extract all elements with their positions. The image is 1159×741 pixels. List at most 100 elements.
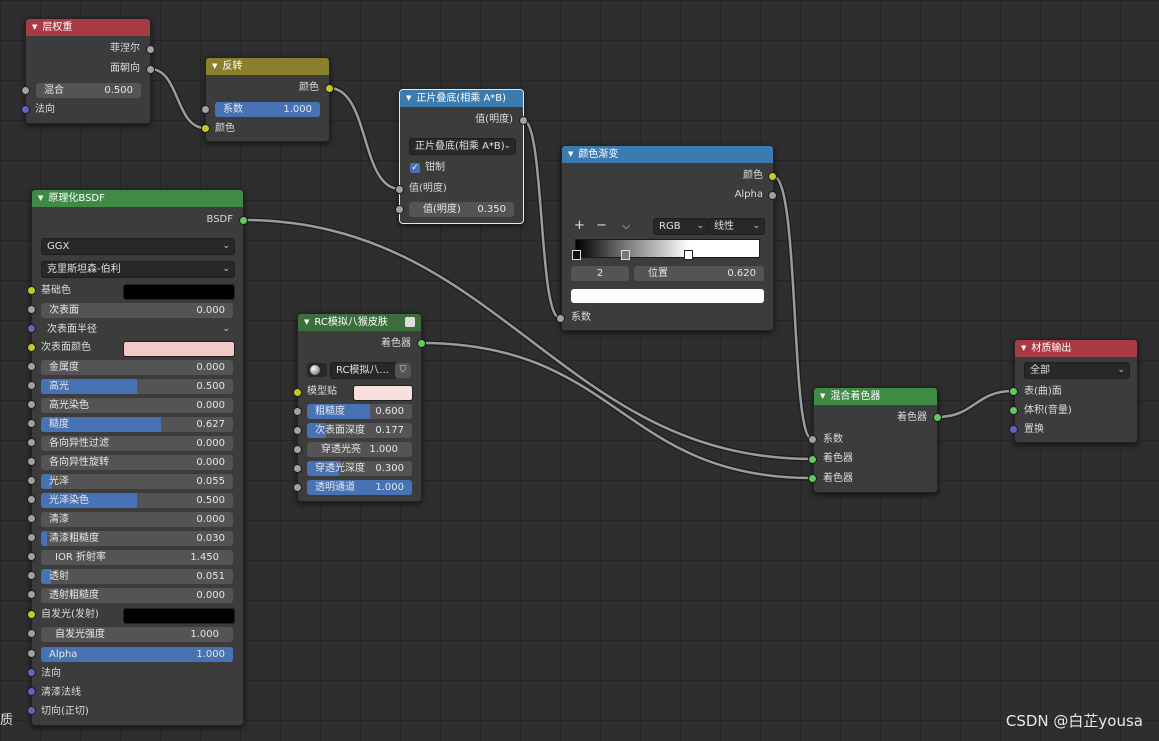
material-preview-icon[interactable] [307, 363, 327, 377]
stop-color-swatch[interactable] [571, 289, 764, 303]
socket-rc-roughness[interactable] [293, 407, 302, 416]
socket-rc-transparency[interactable] [293, 483, 302, 492]
socket-normal[interactable] [21, 105, 30, 114]
emission-strength-field[interactable]: 自发光强度 1.000 [41, 627, 233, 642]
socket-multiply-output[interactable] [519, 116, 528, 125]
socket-volume[interactable] [1009, 406, 1018, 415]
node-header[interactable]: ▼ RC模拟八猴皮肤 [298, 314, 421, 331]
color-stop-handle[interactable] [621, 250, 630, 260]
socket-multiply-input1[interactable] [395, 185, 404, 194]
subsurface-color-swatch[interactable] [123, 341, 235, 357]
material-output-node[interactable]: ▼ 材质输出 全部 ⌄ 表(曲)面 体积(音量) 置换 [1014, 339, 1138, 443]
socket-emission-strength[interactable] [27, 629, 36, 638]
collapse-triangle-icon[interactable]: ▼ [32, 19, 37, 36]
collapse-triangle-icon[interactable]: ▼ [820, 388, 825, 405]
node-header[interactable]: ▼ 混合着色器 [814, 388, 937, 405]
layer-weight-node[interactable]: ▼ 层权重 菲涅尔 面朝向 混合 0.500 法向 [25, 18, 151, 124]
roughness-field[interactable]: 糙度 0.627 [41, 417, 233, 432]
socket-ramp-factor[interactable] [556, 314, 565, 323]
socket-subsurface-radius[interactable] [27, 324, 36, 333]
sheen-tint-field[interactable]: 光泽染色 0.500 [41, 493, 233, 508]
node-header[interactable]: ▼ 原理化BSDF [32, 190, 243, 207]
rc-roughness-field[interactable]: 粗糙度 0.600 [307, 404, 412, 419]
stop-index-field[interactable]: 2 [571, 266, 629, 281]
collapse-triangle-icon[interactable]: ▼ [212, 58, 217, 75]
socket-clearcoat[interactable] [27, 514, 36, 523]
socket-emission[interactable] [27, 610, 36, 619]
socket-metallic[interactable] [27, 362, 36, 371]
interpolation-dropdown[interactable]: 线性 ⌄ [708, 218, 765, 235]
node-group-icon[interactable] [405, 317, 415, 327]
socket-subsurface[interactable] [27, 305, 36, 314]
render-target-dropdown[interactable]: 全部 ⌄ [1024, 362, 1130, 379]
specular-field[interactable]: 高光 0.500 [41, 379, 233, 394]
collapse-triangle-icon[interactable]: ▼ [568, 146, 573, 163]
socket-displacement[interactable] [1009, 425, 1018, 434]
model-texture-swatch[interactable] [353, 385, 413, 401]
invert-node[interactable]: ▼ 反转 颜色 系数 1.000 颜色 [205, 57, 330, 142]
clearcoat-field[interactable]: 清漆 0.000 [41, 512, 233, 527]
socket-ramp-alpha[interactable] [768, 191, 777, 200]
node-header[interactable]: ▼ 反转 [206, 58, 329, 75]
color-mode-dropdown[interactable]: RGB ⌄ [653, 218, 709, 235]
distribution-dropdown[interactable]: GGX ⌄ [41, 238, 235, 255]
socket-sheen-tint[interactable] [27, 495, 36, 504]
socket-bsdf-output[interactable] [239, 216, 248, 225]
rc-translucency-field[interactable]: 穿透光亮 1.000 [307, 442, 412, 457]
gradient-bar[interactable] [575, 239, 760, 258]
node-header[interactable]: ▼ 颜色渐变 [562, 146, 773, 163]
multiply-math-node[interactable]: ▼ 正片叠底(相乘 A*B) 值(明度) 正片叠底(相乘 A*B) ⌄ ✓ 钳制 值… [399, 89, 524, 224]
socket-surface[interactable] [1009, 387, 1018, 396]
socket-sheen[interactable] [27, 476, 36, 485]
color-ramp-node[interactable]: ▼ 颜色渐变 颜色 Alpha + − ⌵ RGB ⌄ 线性 ⌄ 2 位置 0.620… [561, 145, 774, 331]
socket-fresnel[interactable] [146, 45, 155, 54]
socket-rc-subsurface-depth[interactable] [293, 426, 302, 435]
socket-alpha[interactable] [27, 649, 36, 658]
socket-roughness[interactable] [27, 419, 36, 428]
socket-ior[interactable] [27, 552, 36, 561]
socket-mix-output[interactable] [933, 413, 942, 422]
socket-specular-tint[interactable] [27, 400, 36, 409]
metallic-field[interactable]: 金属度 0.000 [41, 360, 233, 375]
ior-field[interactable]: IOR 折射率 1.450 [41, 550, 233, 565]
collapse-triangle-icon[interactable]: ▼ [304, 314, 309, 331]
operation-dropdown[interactable]: 正片叠底(相乘 A*B) ⌄ [409, 138, 516, 155]
socket-anisotropic-rotation[interactable] [27, 457, 36, 466]
clamp-checkbox[interactable]: ✓ [410, 163, 420, 173]
clearcoat-roughness-field[interactable]: 清漆粗糙度 0.030 [41, 531, 233, 546]
socket-tangent[interactable] [27, 706, 36, 715]
socket-base-color[interactable] [27, 286, 36, 295]
principled-bsdf-node[interactable]: ▼ 原理化BSDF BSDF GGX ⌄ 克里斯坦森-伯利 ⌄ 基础色 次表面 0.0… [31, 189, 244, 726]
node-header[interactable]: ▼ 材质输出 [1015, 340, 1137, 357]
emission-swatch[interactable] [123, 608, 235, 624]
subsurface-method-dropdown[interactable]: 克里斯坦森-伯利 ⌄ [41, 261, 235, 278]
rc-transparency-field[interactable]: 透明通道 1.000 [307, 480, 412, 495]
socket-transmission-roughness[interactable] [27, 590, 36, 599]
socket-subsurface-color[interactable] [27, 343, 36, 352]
socket-multiply-input2[interactable] [395, 205, 404, 214]
socket-rc-translucency[interactable] [293, 445, 302, 454]
socket-anisotropic[interactable] [27, 438, 36, 447]
position-field[interactable]: 位置 0.620 [634, 266, 764, 281]
rc-skin-group-node[interactable]: ▼ RC模拟八猴皮肤 着色器 RC模拟八... ⛉ 模型贴 粗糙度 0.600 次… [297, 313, 422, 502]
color-stop-handle-active[interactable] [684, 250, 693, 260]
node-header[interactable]: ▼ 层权重 [26, 19, 150, 36]
subsurface-radius-dropdown[interactable]: 次表面半径 ⌄ [41, 321, 235, 338]
add-stop-icon[interactable]: + [574, 218, 585, 234]
value-field[interactable]: 值(明度) 0.350 [409, 202, 514, 217]
socket-clearcoat-normal[interactable] [27, 687, 36, 696]
color-stop-handle[interactable] [572, 250, 581, 260]
socket-invert-output[interactable] [325, 84, 334, 93]
socket-rc-translucency-depth[interactable] [293, 464, 302, 473]
socket-clearcoat-roughness[interactable] [27, 533, 36, 542]
fake-user-shield-icon[interactable]: ⛉ [395, 363, 411, 378]
socket-blend[interactable] [21, 86, 30, 95]
factor-field[interactable]: 系数 1.000 [215, 102, 320, 117]
socket-mix-shader2[interactable] [808, 474, 817, 483]
alpha-field[interactable]: Alpha 1.000 [41, 647, 233, 662]
socket-rc-model[interactable] [293, 388, 302, 397]
socket-invert-color[interactable] [201, 124, 210, 133]
transmission-field[interactable]: 透射 0.051 [41, 569, 233, 584]
transmission-roughness-field[interactable]: 透射粗糙度 0.000 [41, 588, 233, 603]
base-color-swatch[interactable] [123, 284, 235, 300]
